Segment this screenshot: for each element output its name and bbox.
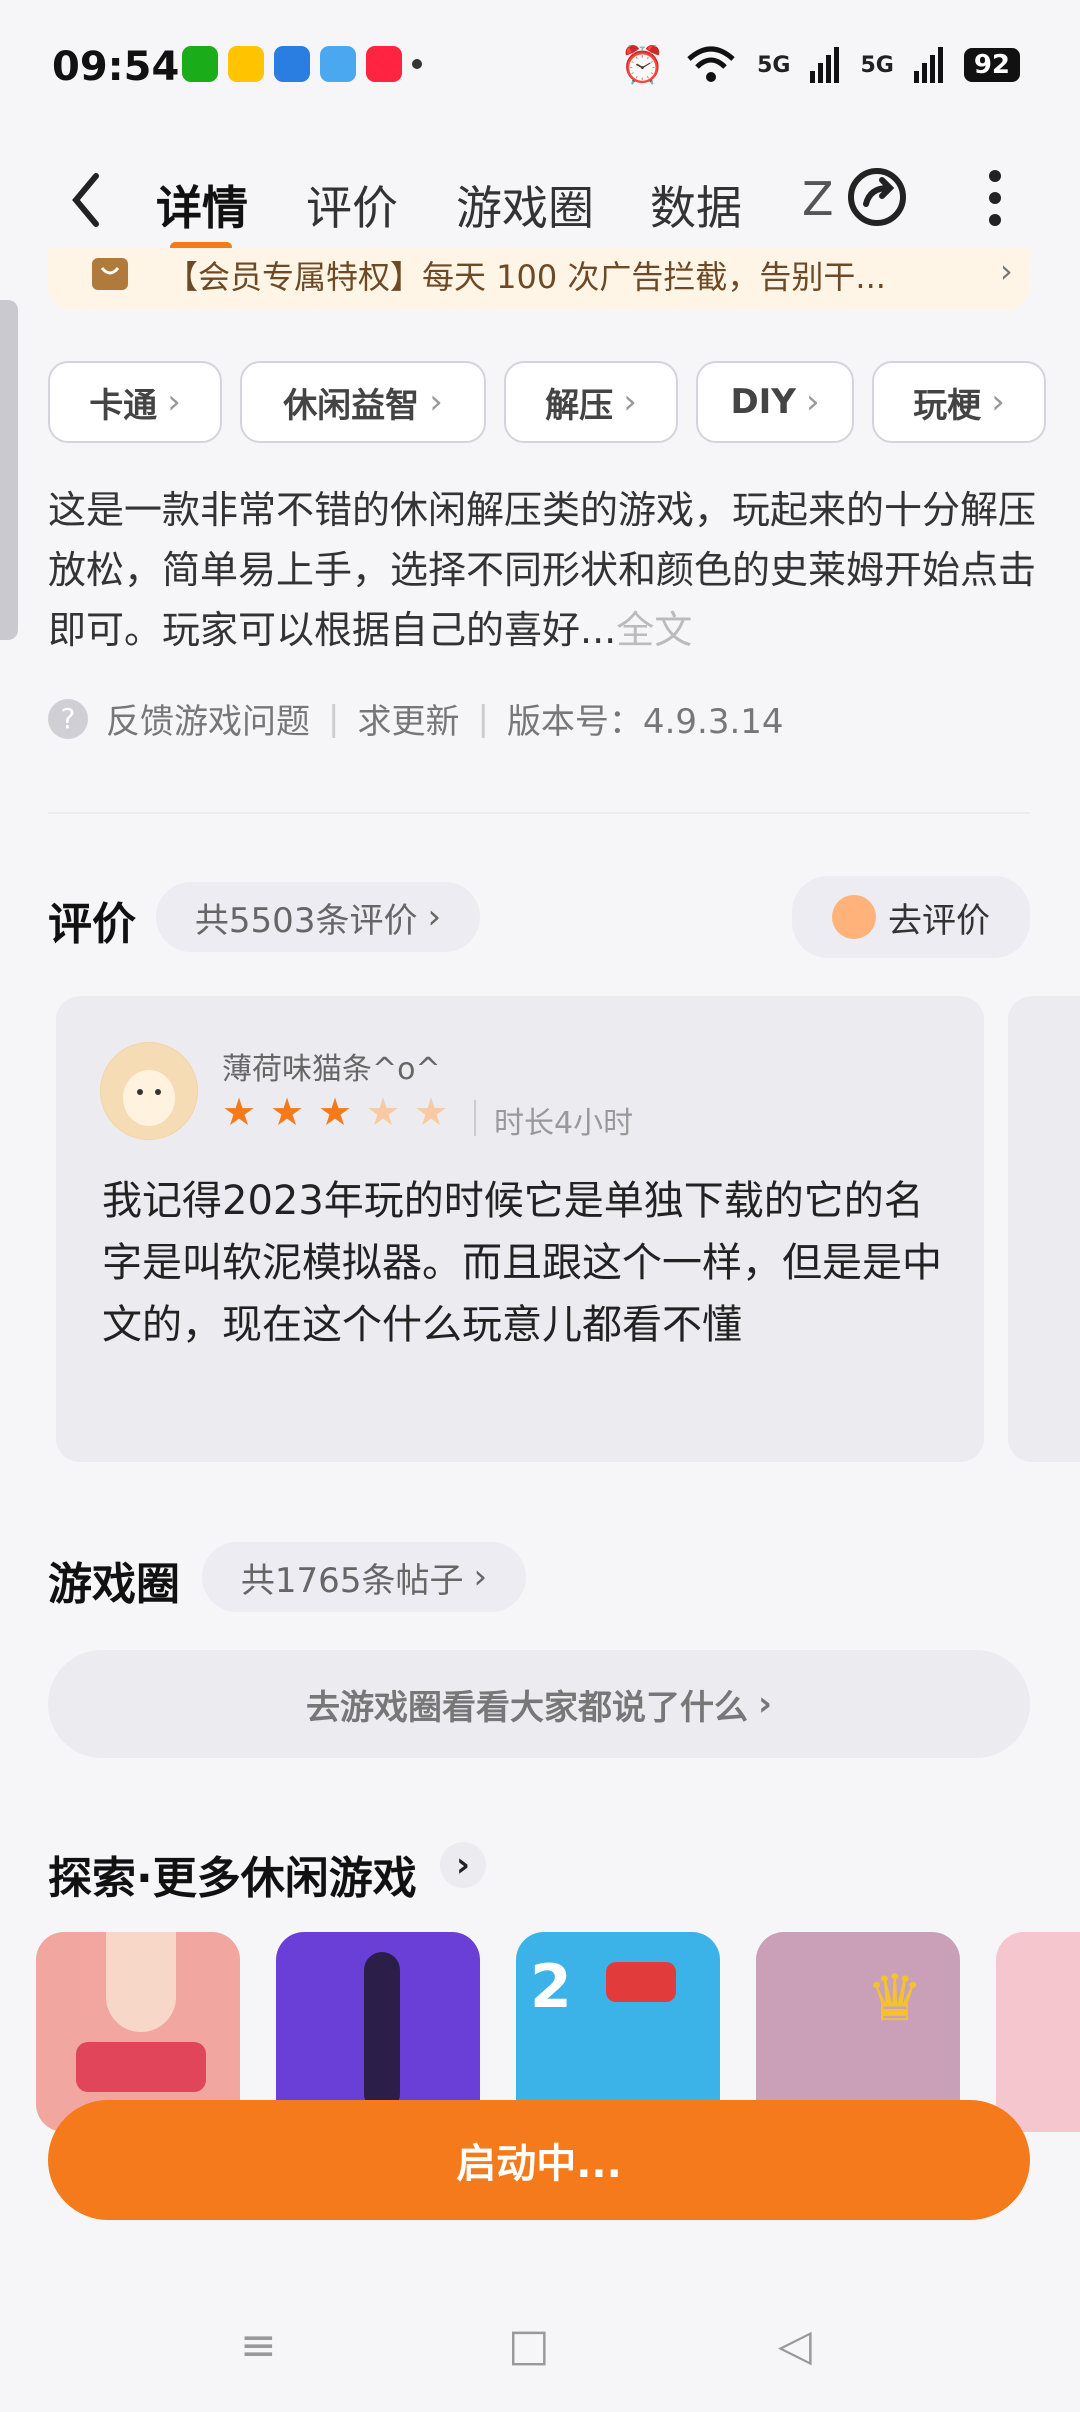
chevron-right-icon: › <box>991 382 1005 422</box>
red-button-shape <box>76 2042 206 2092</box>
chevron-right-icon: › <box>427 897 442 937</box>
tab-game-circle[interactable]: 游戏圈 <box>456 172 594 238</box>
chevron-right-icon: › <box>805 382 820 422</box>
tag-label: 卡通 <box>89 385 158 426</box>
chevron-right-icon: › <box>167 382 181 422</box>
signal-icon <box>810 47 840 83</box>
playtime-label: 时长4小时 <box>494 1106 634 1141</box>
separator <box>474 1100 476 1136</box>
xiaohongshu-icon <box>366 46 402 82</box>
wallet-icon <box>320 46 356 82</box>
posts-count-label: 共1765条帖子 <box>240 1560 464 1601</box>
version-label: 版本号：4.9.3.14 <box>506 702 784 742</box>
meta-row: ? 反馈游戏问题 | 求更新 | 版本号：4.9.3.14 <box>48 694 784 743</box>
goto-game-circle-button[interactable]: 去游戏圈看看大家都说了什么 › <box>48 1650 1030 1758</box>
chevron-right-icon: › <box>623 382 637 422</box>
posts-count-button[interactable]: 共1765条帖子 › <box>202 1542 526 1612</box>
number-badge: 2 <box>530 1952 572 2022</box>
explore-title[interactable]: 探索·更多休闲游戏 <box>48 1842 417 1906</box>
app-icon <box>274 46 310 82</box>
status-right: ⏰ 5G 5G 92 <box>620 44 1020 86</box>
write-review-label: 去评价 <box>888 900 990 941</box>
star-rating: ★ ★ ★ ★ ★ <box>222 1090 462 1136</box>
member-bag-icon <box>92 258 128 290</box>
reviews-title: 评价 <box>48 899 136 950</box>
signal-5g-label: 5G <box>757 52 791 78</box>
tag-label: 玩梗 <box>913 385 982 426</box>
expand-full-text-link[interactable]: 全文 <box>616 608 692 652</box>
game-circle-title: 游戏圈 <box>48 1559 180 1610</box>
description-text: 这是一款非常不错的休闲解压类的游戏，玩起来的十分解压放松，简单易上手，选择不同形… <box>48 488 1037 652</box>
goto-game-circle-label: 去游戏圈看看大家都说了什么 <box>305 1687 748 1728</box>
wechat-icon <box>182 46 218 82</box>
member-banner[interactable]: 【会员专属特权】每天 100 次广告拦截，告别干... › <box>48 248 1030 310</box>
tag-relax[interactable]: 解压 › <box>504 361 678 443</box>
tag-label: 休闲益智 <box>283 385 420 426</box>
star-empty-icon: ★ <box>414 1090 449 1134</box>
review-text: 我记得2023年玩的时候它是单独下载的它的名字是叫软泥模拟器。而且跟这个一样，但… <box>102 1178 942 1348</box>
more-notifications-dot <box>412 59 422 69</box>
chevron-right-icon: › <box>473 1557 488 1597</box>
status-time: 09:54 <box>52 44 180 90</box>
tab-data[interactable]: 数据 <box>650 172 742 238</box>
star-filled-icon: ★ <box>270 1090 305 1134</box>
signal-5g-label: 5G <box>860 52 894 78</box>
separator: | <box>477 698 489 739</box>
share-icon[interactable] <box>842 162 912 232</box>
tag-meme[interactable]: 玩梗 › <box>872 361 1046 443</box>
chevron-right-icon: › <box>1000 252 1013 290</box>
write-review-button[interactable]: 去评价 <box>792 876 1030 958</box>
back-icon[interactable]: ◁ <box>778 2320 812 2371</box>
tag-label: DIY <box>730 382 796 422</box>
tab-details[interactable]: 详情 <box>156 172 248 238</box>
user-avatar[interactable] <box>100 1042 198 1140</box>
chevron-right-icon: › <box>757 1684 772 1724</box>
review-username[interactable]: 薄荷味猫条^o^ <box>222 1044 441 1088</box>
reviewer-avatar-icon <box>832 895 876 939</box>
star-filled-icon: ★ <box>222 1090 257 1134</box>
meituan-icon <box>228 46 264 82</box>
reviews-count-label: 共5503条评价 <box>194 900 418 941</box>
member-banner-text: 【会员专属特权】每天 100 次广告拦截，告别干... <box>166 258 886 296</box>
request-update-link[interactable]: 求更新 <box>357 694 459 743</box>
home-icon[interactable]: □ <box>508 2320 550 2371</box>
start-game-button[interactable]: 启动中... <box>48 2100 1030 2220</box>
more-options-icon[interactable] <box>980 164 1010 234</box>
finger-shape <box>106 1932 176 2032</box>
review-card-next[interactable] <box>1008 996 1080 1462</box>
tab-reviews[interactable]: 评价 <box>306 172 398 238</box>
star-empty-icon: ★ <box>366 1090 401 1134</box>
question-icon: ? <box>48 698 88 739</box>
tag-cartoon[interactable]: 卡通 › <box>48 361 222 443</box>
chevron-right-icon: › <box>429 382 443 422</box>
side-drag-handle[interactable] <box>0 300 18 640</box>
tab-more[interactable]: Z <box>802 172 834 226</box>
explore-chevron-icon[interactable]: › <box>440 1842 486 1888</box>
car-shape <box>606 1962 676 2002</box>
notification-icons <box>182 46 422 82</box>
battery-indicator: 92 <box>963 48 1020 82</box>
divider <box>48 812 1030 814</box>
back-arrow-icon[interactable] <box>66 170 106 230</box>
star-filled-icon: ★ <box>318 1090 353 1134</box>
reviews-count-button[interactable]: 共5503条评价 › <box>156 882 480 952</box>
game-thumbnail-bride[interactable] <box>996 1932 1080 2132</box>
menu-icon[interactable]: ≡ <box>240 2320 277 2371</box>
tag-diy[interactable]: DIY › <box>696 361 854 443</box>
game-description: 这是一款非常不错的休闲解压类的游戏，玩起来的十分解压放松，简单易上手，选择不同形… <box>48 480 1038 660</box>
crown-icon: ♛ <box>866 1962 924 2036</box>
wifi-icon <box>687 46 735 82</box>
feedback-link[interactable]: 反馈游戏问题 <box>106 694 310 743</box>
girl-figure-shape <box>364 1952 400 2112</box>
signal-icon <box>913 47 943 83</box>
tag-casual-puzzle[interactable]: 休闲益智 › <box>240 361 486 443</box>
separator: | <box>328 698 340 739</box>
top-nav: 详情 评价 游戏圈 数据 Z <box>0 150 1080 260</box>
tag-label: 解压 <box>545 385 614 426</box>
alarm-icon: ⏰ <box>620 45 666 86</box>
cat-avatar-icon <box>101 1043 197 1139</box>
